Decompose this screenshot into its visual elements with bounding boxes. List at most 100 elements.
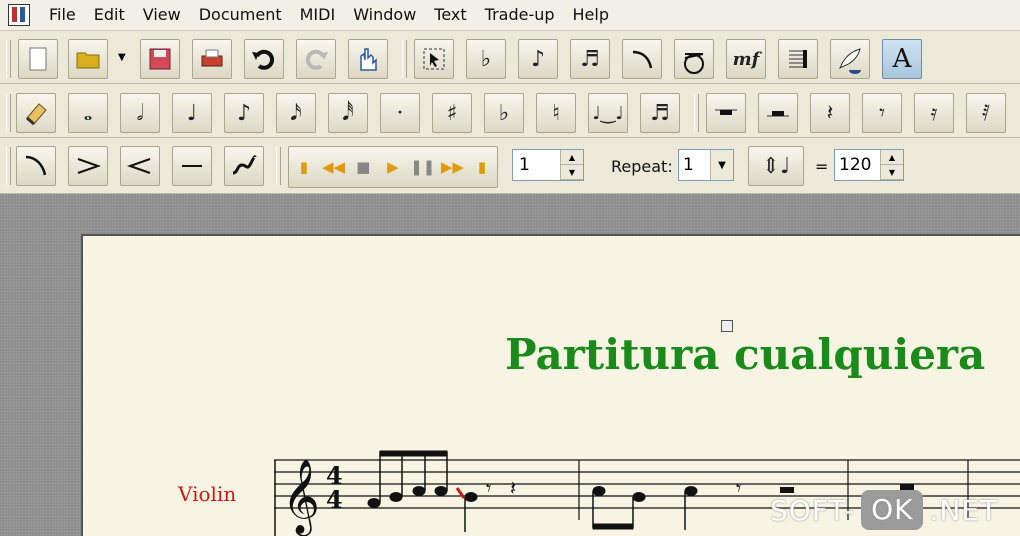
slur-tool-button[interactable]: [622, 39, 662, 79]
toolbar-grip[interactable]: [694, 94, 699, 132]
menu-window[interactable]: Window: [344, 0, 425, 30]
watermark-right: .NET: [929, 493, 999, 527]
menu-help[interactable]: Help: [564, 0, 618, 30]
measure-spinner[interactable]: 1 ▲ ▼: [512, 149, 584, 181]
menu-view[interactable]: View: [134, 0, 190, 30]
redo-button[interactable]: [296, 39, 336, 79]
repeat-select[interactable]: 1 ▼: [678, 149, 734, 181]
sharp-icon: ♯: [446, 100, 458, 126]
text-tool-button[interactable]: A: [882, 39, 922, 79]
toolbar-grip[interactable]: [6, 40, 11, 78]
key-signature-button[interactable]: ♭: [466, 39, 506, 79]
rewind-start-icon[interactable]: ▮: [292, 155, 316, 179]
new-document-button[interactable]: [18, 39, 58, 79]
whole-rest-button[interactable]: [706, 93, 746, 133]
whole-rest-icon: [715, 109, 737, 115]
sixteenth-note-button[interactable]: 𝅘𝅥𝅯: [276, 93, 316, 133]
spin-down-icon[interactable]: ▼: [881, 165, 903, 180]
forward-end-icon[interactable]: ▮: [470, 155, 494, 179]
undo-button[interactable]: [244, 39, 284, 79]
tempo-spinner[interactable]: 120 ▲ ▼: [834, 149, 904, 181]
quarter-rest-button[interactable]: 𝄽: [810, 93, 850, 133]
measure-icon: [789, 50, 807, 68]
crescendo-button[interactable]: [120, 146, 160, 186]
quarter-note-icon: ♩: [186, 100, 198, 126]
decrescendo-button[interactable]: [68, 146, 108, 186]
menu-text[interactable]: Text: [425, 0, 475, 30]
tempo-note-button[interactable]: ⇕♩: [748, 146, 804, 186]
app-icon[interactable]: [8, 4, 30, 26]
tie-button[interactable]: ♩‿♩: [588, 93, 628, 133]
undo-icon: [252, 49, 275, 70]
instrument-label[interactable]: Violin: [178, 482, 236, 506]
eighth-note-button[interactable]: ♪: [224, 93, 264, 133]
thirty-second-rest-button[interactable]: 𝅀: [966, 93, 1006, 133]
open-recent-dropdown-icon[interactable]: ▼: [118, 52, 126, 63]
natural-button[interactable]: ♮: [536, 93, 576, 133]
spin-up-icon[interactable]: ▲: [561, 150, 583, 165]
half-rest-button[interactable]: [758, 93, 798, 133]
triplet-icon: ♬: [580, 46, 600, 72]
main-toolbar: ▼ ♭ ♪ ♬ mf A: [0, 34, 1020, 84]
slur-icon: [25, 155, 47, 176]
triplet-button[interactable]: ♬: [640, 93, 680, 133]
thirty-second-note-button[interactable]: 𝅘𝅥𝅰: [328, 93, 368, 133]
menu-document[interactable]: Document: [190, 0, 291, 30]
menu-edit[interactable]: Edit: [85, 0, 134, 30]
menu-trade-up[interactable]: Trade-up: [476, 0, 564, 30]
articulation-playback-toolbar: ▮ ◀◀ ■ ▶ ❚❚ ▶▶ ▮ 1 ▲ ▼ Repeat: 1 ▼ ⇕♩ = …: [0, 141, 1020, 194]
score-title[interactable]: Partitura cualquiera: [505, 330, 985, 379]
stop-icon[interactable]: ■: [351, 155, 375, 179]
eighth-rest-button[interactable]: 𝄾: [862, 93, 902, 133]
open-file-button[interactable]: [68, 39, 108, 79]
tempo-input[interactable]: 120: [835, 150, 880, 180]
sixteenth-note-icon: 𝅘𝅥𝅯: [290, 100, 302, 126]
hand-tool-button[interactable]: [348, 39, 388, 79]
whole-note-button[interactable]: 𝅝: [68, 93, 108, 133]
tie-icon: ♩‿♩: [592, 102, 624, 124]
mf-dynamic-icon: mf: [732, 48, 760, 70]
natural-icon: ♮: [552, 100, 560, 126]
select-tool-button[interactable]: [414, 39, 454, 79]
toolbar-grip[interactable]: [6, 94, 11, 132]
decrescendo-icon: [77, 158, 102, 174]
spin-up-icon[interactable]: ▲: [881, 150, 903, 165]
sixteenth-rest-button[interactable]: 𝄿: [914, 93, 954, 133]
menu-file[interactable]: File: [40, 0, 85, 30]
measure-tool-button[interactable]: [778, 39, 818, 79]
equals-label: =: [815, 157, 829, 176]
fast-forward-icon[interactable]: ▶▶: [440, 155, 464, 179]
time-signature-bottom: 4: [326, 485, 343, 514]
toolbar-grip[interactable]: [276, 147, 281, 185]
menu-midi[interactable]: MIDI: [291, 0, 345, 30]
spin-down-icon[interactable]: ▼: [561, 165, 583, 180]
slur-button[interactable]: [16, 146, 56, 186]
eraser-button[interactable]: [16, 93, 56, 133]
print-button[interactable]: [192, 39, 232, 79]
save-button[interactable]: [140, 39, 180, 79]
sharp-button[interactable]: ♯: [432, 93, 472, 133]
dot-icon: ·: [396, 100, 404, 126]
measure-input[interactable]: 1: [513, 150, 560, 180]
note-tool-button[interactable]: ♪: [518, 39, 558, 79]
repeat-label: Repeat:: [611, 157, 673, 176]
toolbar-grip[interactable]: [402, 40, 407, 78]
trill-wave-icon: [232, 155, 257, 175]
rewind-icon[interactable]: ◀◀: [322, 155, 346, 179]
watermark-left: SOFT-: [770, 493, 856, 527]
play-icon[interactable]: ▶: [381, 155, 405, 179]
tenuto-button[interactable]: [172, 146, 212, 186]
dot-button[interactable]: ·: [380, 93, 420, 133]
repeat-tool-button[interactable]: [830, 39, 870, 79]
tuplet-tool-button[interactable]: ♬: [570, 39, 610, 79]
quarter-note-button[interactable]: ♩: [172, 93, 212, 133]
chevron-down-icon[interactable]: ▼: [710, 150, 733, 180]
playback-controls: ▮ ◀◀ ■ ▶ ❚❚ ▶▶ ▮: [288, 146, 498, 188]
pause-icon[interactable]: ❚❚: [410, 155, 435, 179]
flat-button[interactable]: ♭: [484, 93, 524, 133]
half-note-button[interactable]: 𝅗𝅥: [120, 93, 160, 133]
toolbar-grip[interactable]: [6, 147, 11, 185]
hairpin-tool-button[interactable]: [674, 39, 714, 79]
trill-button[interactable]: [224, 146, 264, 186]
dynamics-tool-button[interactable]: mf: [726, 39, 766, 79]
